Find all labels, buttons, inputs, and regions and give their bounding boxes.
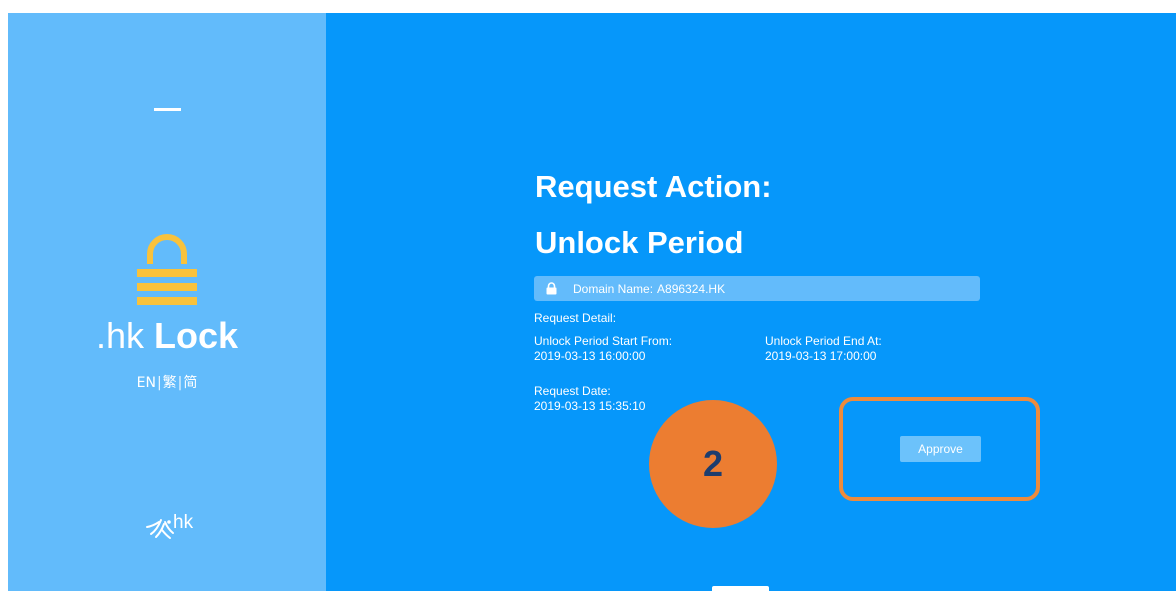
lang-separator: |: [156, 375, 162, 391]
brand-title: .hk Lock: [8, 315, 326, 357]
request-detail-heading: Request Detail:: [534, 311, 617, 325]
lock-icon: [137, 234, 197, 305]
unlock-start-block: Unlock Period Start From: 2019-03-13 16:…: [534, 334, 672, 364]
title-line-2: Unlock Period: [535, 225, 744, 260]
sidebar: .hk Lock EN|繁|简 hk: [8, 13, 326, 591]
step-number-badge: 2: [649, 400, 777, 528]
unlock-start-label: Unlock Period Start From:: [534, 334, 673, 348]
lang-simplified-link[interactable]: 简: [183, 375, 197, 391]
lang-traditional-link[interactable]: 繁: [163, 375, 177, 391]
main-panel: Request Action: Unlock Period Domain Nam…: [326, 13, 1176, 591]
padlock-icon: [546, 282, 557, 295]
request-date-value: 2019-03-13 15:35:10: [534, 399, 646, 413]
bottom-tab-indicator[interactable]: [712, 586, 769, 591]
unlock-end-label: Unlock Period End At:: [765, 334, 882, 348]
unlock-start-value: 2019-03-13 16:00:00: [534, 349, 646, 363]
unlock-end-value: 2019-03-13 17:00:00: [765, 349, 877, 363]
domain-value: A896324.HK: [657, 281, 726, 296]
approve-highlight-box: [839, 397, 1040, 501]
domain-label: Domain Name:: [573, 281, 654, 296]
brand-name: Lock: [154, 315, 239, 356]
language-switcher: EN|繁|简: [8, 372, 326, 392]
brand-prefix: .hk: [95, 315, 144, 356]
unlock-end-block: Unlock Period End At: 2019-03-13 17:00:0…: [765, 334, 882, 364]
logo-text: hk: [173, 512, 194, 533]
title-line-1: Request Action:: [535, 169, 772, 204]
hk-logo-icon: hk: [146, 512, 194, 539]
lang-separator: |: [177, 375, 183, 391]
request-date-block: Request Date: 2019-03-13 15:35:10: [534, 384, 645, 414]
lang-en-link[interactable]: EN: [137, 375, 156, 391]
request-date-label: Request Date:: [534, 384, 611, 398]
app-frame: .hk Lock EN|繁|简 hk Request Action: Unloc…: [8, 13, 1176, 591]
menu-icon[interactable]: [154, 108, 181, 111]
domain-name-bar: Domain Name: A896324.HK: [534, 276, 980, 301]
page-title: Request Action: Unlock Period: [535, 159, 772, 271]
